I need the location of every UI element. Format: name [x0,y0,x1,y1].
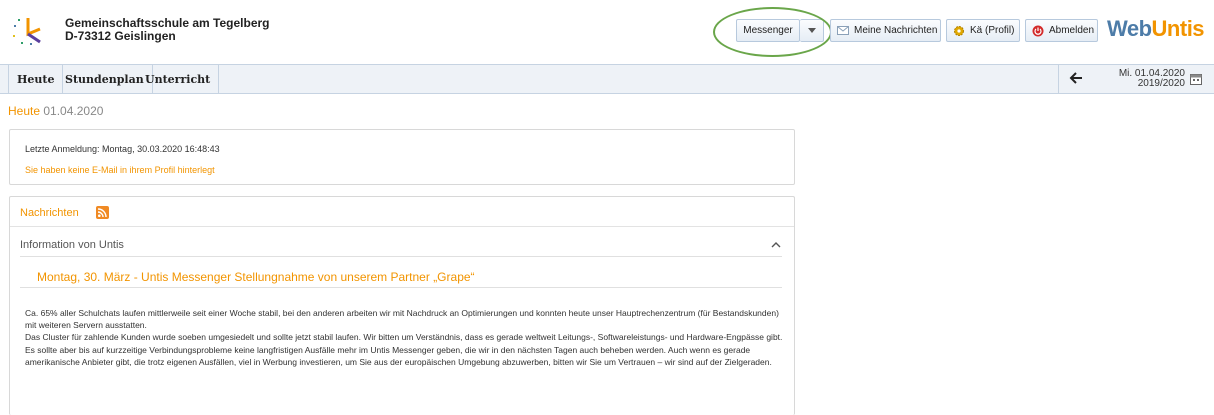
article-body: Ca. 65% aller Schulchats laufen mittlerw… [25,307,785,368]
calendar-icon[interactable] [1190,73,1202,85]
school-address: D-73312 Geislingen [65,29,176,43]
chevron-up-icon[interactable] [771,241,781,249]
back-arrow-icon[interactable] [1069,71,1083,85]
header: Gemeinschaftsschule am Tegelberg D-73312… [0,0,1214,62]
envelope-icon [837,26,849,35]
abmelden-label: Abmelden [1049,25,1095,36]
date-navigation: Mi. 01.04.2020 2019/2020 [1058,65,1214,93]
school-name-block: Gemeinschaftsschule am Tegelberg D-73312… [65,17,270,43]
main-nav: Heute Stundenplan Unterricht Mi. 01.04.2… [0,64,1214,94]
news-header: Nachrichten [10,197,794,227]
highlight-annotation [713,7,832,57]
info-section-title: Information von Untis [20,239,124,251]
meine-nachrichten-button[interactable]: Meine Nachrichten [830,19,941,42]
divider [20,287,782,288]
nav-item-unterricht[interactable]: Unterricht [137,65,220,93]
last-login-text: Letzte Anmeldung: Montag, 30.03.2020 16:… [25,144,220,154]
power-icon [1032,25,1044,37]
article-paragraph: Das Cluster für zahlende Kunden wurde so… [25,332,783,367]
article-title-link[interactable]: Montag, 30. März - Untis Messenger Stell… [37,270,475,284]
email-warning-link[interactable]: Sie haben keine E-Mail in ihrem Profil h… [25,165,215,175]
date-display[interactable]: Mi. 01.04.2020 2019/2020 [1095,69,1185,89]
profil-button[interactable]: Kä (Profil) [946,19,1020,42]
brand-web: Web [1107,16,1152,41]
page-title: Heute 01.04.2020 [8,104,103,118]
webuntis-brand[interactable]: WebUntis [1107,16,1205,42]
gear-icon [953,25,965,37]
page-title-word: Heute [8,104,41,118]
profil-label: Kä (Profil) [970,25,1015,36]
untis-logo-icon[interactable] [10,12,46,48]
school-year: 2019/2020 [1137,78,1185,89]
nav-item-heute[interactable]: Heute [8,65,64,93]
rss-icon[interactable] [96,206,109,219]
abmelden-button[interactable]: Abmelden [1025,19,1098,42]
meine-nachrichten-label: Meine Nachrichten [854,25,938,36]
news-panel: Nachrichten Information von Untis Montag… [9,196,795,415]
news-title: Nachrichten [20,207,79,219]
divider [20,256,782,257]
article-paragraph: Ca. 65% aller Schulchats laufen mittlerw… [25,308,779,331]
page-title-date: 01.04.2020 [43,104,104,118]
brand-untis: Untis [1151,16,1205,41]
login-info-panel: Letzte Anmeldung: Montag, 30.03.2020 16:… [9,129,795,185]
